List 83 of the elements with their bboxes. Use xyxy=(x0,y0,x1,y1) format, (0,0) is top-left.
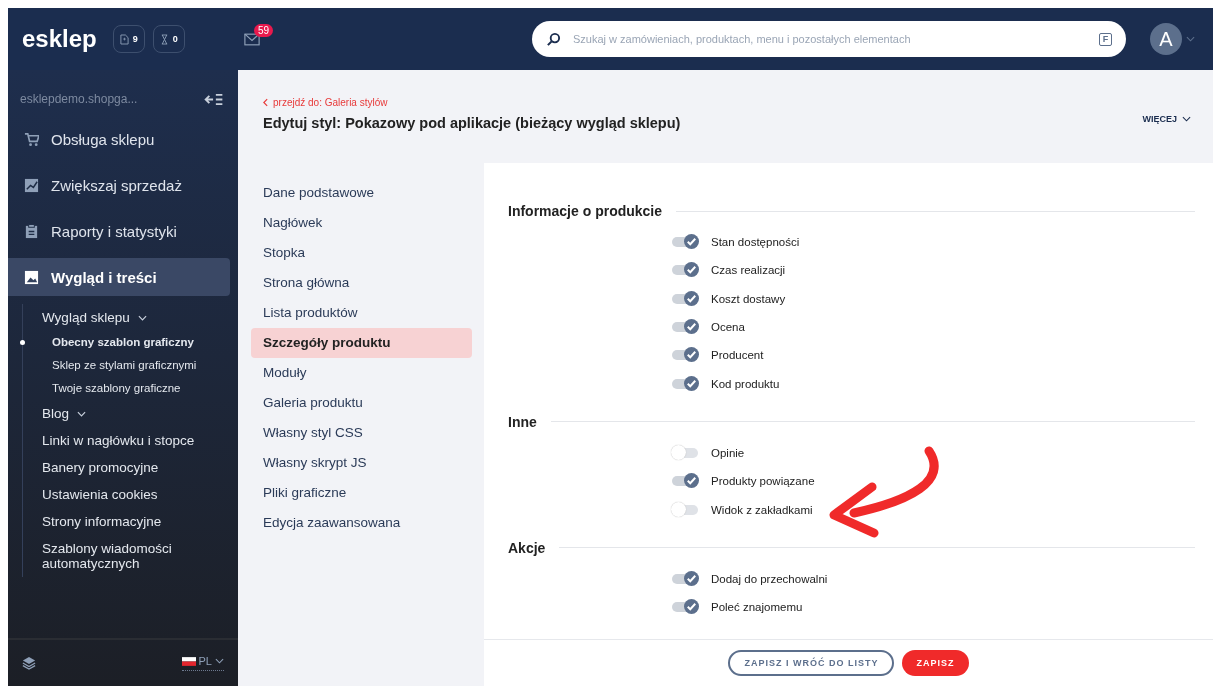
menu-item[interactable]: Szablony wiadomości automatycznych xyxy=(23,535,238,577)
section-tab[interactable]: Stopka xyxy=(251,238,472,268)
section-heading: Informacje o produkcie xyxy=(508,203,663,219)
search-icon xyxy=(546,31,561,47)
notification-badge: 59 xyxy=(254,23,274,37)
avatar[interactable]: A xyxy=(1150,23,1182,55)
section-tab[interactable]: Dane podstawowe xyxy=(251,178,472,208)
more-button[interactable]: WIĘCEJ xyxy=(1136,113,1197,125)
logo[interactable]: esklep xyxy=(22,25,97,53)
shop-name: esklepdemo.shopga... xyxy=(20,92,138,106)
menu-item[interactable]: Linki w nagłówku i stopce xyxy=(23,427,238,454)
counter-button[interactable]: 9 xyxy=(112,25,145,53)
toggle-switch[interactable] xyxy=(672,322,698,333)
chevron-down-icon xyxy=(137,314,147,321)
search-bar[interactable]: Szukaj w zamówieniach, produktach, menu i pozostałych elementach F xyxy=(532,21,1126,57)
chart-icon xyxy=(24,177,39,193)
toggle-switch[interactable] xyxy=(672,293,698,304)
cart-icon xyxy=(24,131,39,147)
toggle-switch[interactable] xyxy=(672,504,698,515)
language-selector[interactable]: PL xyxy=(181,655,224,671)
section-heading: Akcje xyxy=(508,539,546,556)
hourglass-icon xyxy=(159,33,169,45)
active-dot-icon xyxy=(20,340,25,345)
option-label: Ocena xyxy=(711,321,745,334)
option-label: Stan dostępności xyxy=(711,236,800,249)
submenu-item[interactable]: Sklep ze stylami graficznymi xyxy=(23,354,238,377)
back-link[interactable]: przejdź do: Galeria stylów xyxy=(263,97,681,108)
section-tab[interactable]: Własny styl CSS xyxy=(251,418,472,448)
option-label: Czas realizacji xyxy=(711,264,786,277)
mail-icon[interactable] xyxy=(244,32,260,46)
chevron-down-icon xyxy=(1186,36,1195,42)
section-tab[interactable]: Szczegóły produktu xyxy=(251,328,472,358)
section-tab[interactable]: Lista produktów xyxy=(251,298,472,328)
option-label: Poleć znajomemu xyxy=(711,601,803,614)
menu-item[interactable]: Wygląd sklepu xyxy=(23,304,238,331)
option-label: Dodaj do przechowalni xyxy=(711,572,828,585)
nav-item[interactable]: Wygląd i treści xyxy=(8,258,230,296)
option-label: Kod produktu xyxy=(711,377,780,390)
section-tab[interactable]: Moduły xyxy=(251,358,472,388)
option-label: Producent xyxy=(711,349,764,362)
section-tab[interactable]: Pliki graficzne xyxy=(251,478,472,508)
chevron-down-icon xyxy=(215,658,224,664)
chevron-left-icon xyxy=(263,98,268,107)
collapse-menu-icon[interactable] xyxy=(204,92,224,106)
nav-item[interactable]: Zwiększaj sprzedaż xyxy=(8,166,230,204)
submenu-item[interactable]: Obecny szablon graficzny xyxy=(23,331,238,354)
save-button[interactable]: ZAPISZ xyxy=(902,650,969,676)
option-label: Koszt dostawy xyxy=(711,292,786,305)
toggle-switch[interactable] xyxy=(672,265,698,276)
option-label: Produkty powiązane xyxy=(711,475,815,488)
shortcut-key: F xyxy=(1099,32,1112,46)
page-title: Edytuj styl: Pokazowy pod aplikacje (bieżący wygląd sklepu) xyxy=(263,115,681,131)
chevron-down-icon xyxy=(1182,116,1191,122)
menu-item[interactable]: Ustawienia cookies xyxy=(23,481,238,508)
section-tab[interactable]: Edycja zaawansowana xyxy=(251,508,472,538)
menu-item[interactable]: Blog xyxy=(23,400,238,427)
option-label: Widok z zakładkami xyxy=(711,503,813,516)
section-tab[interactable]: Nagłówek xyxy=(251,208,472,238)
nav-item[interactable]: Raporty i statystyki xyxy=(8,212,230,250)
section-tab[interactable]: Strona główna xyxy=(251,268,472,298)
section-heading: Inne xyxy=(508,413,537,430)
counter-button[interactable]: 0 xyxy=(152,25,185,53)
toggle-switch[interactable] xyxy=(672,447,698,458)
submenu-item[interactable]: Twoje szablony graficzne xyxy=(23,377,238,400)
section-tab[interactable]: Galeria produktu xyxy=(251,388,472,418)
toggle-switch[interactable] xyxy=(672,602,698,613)
clipboard-icon xyxy=(24,223,39,239)
layers-icon[interactable] xyxy=(22,656,36,670)
option-label: Opinie xyxy=(711,446,745,459)
toggle-switch[interactable] xyxy=(672,350,698,361)
toggle-switch[interactable] xyxy=(672,237,698,248)
menu-item[interactable]: Banery promocyjne xyxy=(23,454,238,481)
toggle-switch[interactable] xyxy=(672,573,698,584)
toggle-switch[interactable] xyxy=(672,476,698,487)
nav-item[interactable]: Obsługa sklepu xyxy=(8,120,230,158)
image-icon xyxy=(24,269,39,285)
save-and-return-button[interactable]: ZAPISZ I WRÓĆ DO LISTY xyxy=(728,650,895,676)
chevron-down-icon xyxy=(77,410,87,417)
flag-icon xyxy=(181,656,196,666)
toggle-switch[interactable] xyxy=(672,378,698,389)
menu-item[interactable]: Strony informacyjne xyxy=(23,508,238,535)
section-tab[interactable]: Własny skrypt JS xyxy=(251,448,472,478)
document-icon xyxy=(119,33,129,45)
